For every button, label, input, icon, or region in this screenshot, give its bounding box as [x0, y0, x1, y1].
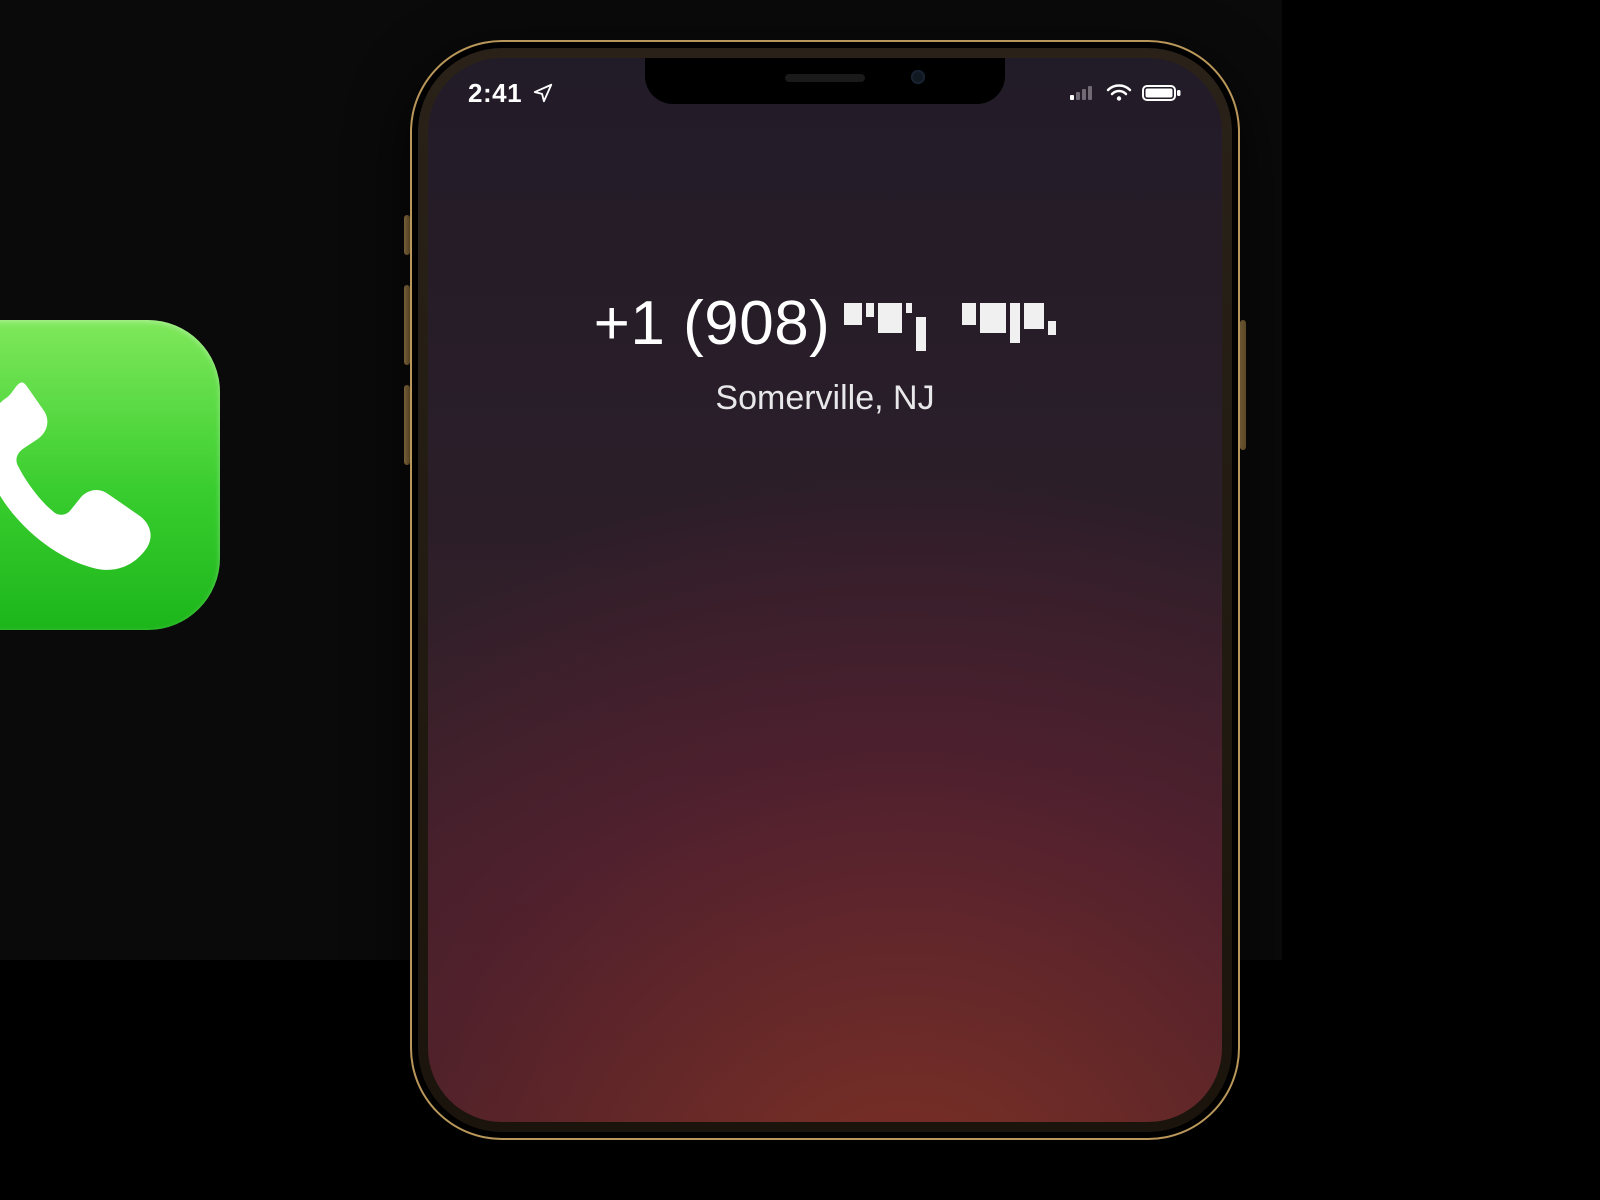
cellular-signal-icon	[1070, 84, 1096, 102]
status-left: 2:41	[468, 78, 554, 109]
location-arrow-icon	[532, 82, 554, 104]
battery-full-icon	[1142, 83, 1182, 103]
caller-number-prefix: +1 (908)	[594, 288, 831, 359]
status-time: 2:41	[468, 78, 522, 109]
power-button[interactable]	[1240, 320, 1246, 450]
caller-number: +1 (908)	[478, 288, 1172, 359]
iphone-device: 2:41	[410, 40, 1240, 1140]
caller-number-redacted	[844, 297, 1056, 351]
iphone-frame: 2:41	[410, 40, 1240, 1140]
promo-canvas: 2:41	[0, 0, 1282, 960]
caller-location: Somerville, NJ	[478, 379, 1172, 418]
status-bar: 2:41	[428, 58, 1222, 122]
incoming-call-info: +1 (908)	[478, 288, 1172, 418]
iphone-screen: 2:41	[428, 58, 1222, 1122]
wifi-icon	[1106, 83, 1132, 103]
phone-app-icon	[0, 320, 220, 630]
phone-handset-icon	[0, 354, 186, 596]
status-right	[1070, 83, 1182, 103]
